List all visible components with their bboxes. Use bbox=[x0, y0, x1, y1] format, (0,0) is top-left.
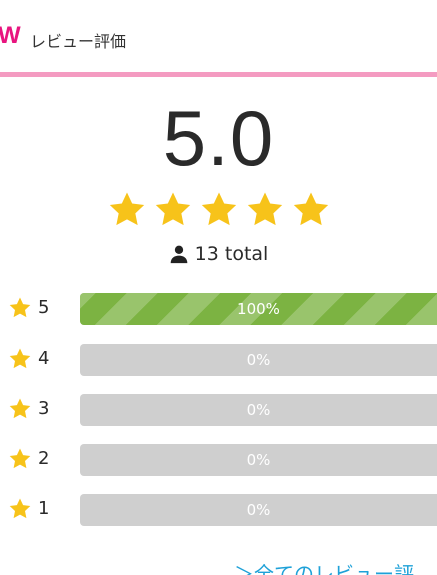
review-total: 13 total bbox=[0, 243, 437, 265]
header-divider bbox=[0, 72, 437, 77]
rating-row-label: 4 bbox=[38, 348, 50, 369]
rating-bar-percent: 0% bbox=[246, 451, 271, 469]
rating-bar-percent: 100% bbox=[237, 300, 280, 318]
rating-row-label: 5 bbox=[38, 297, 50, 318]
star-icon bbox=[155, 192, 190, 226]
star-rating bbox=[0, 190, 437, 230]
rating-bar: 0% bbox=[80, 394, 437, 426]
star-icon bbox=[9, 348, 31, 369]
star-icon bbox=[9, 448, 31, 469]
rating-bar: 0% bbox=[80, 344, 437, 376]
rating-row-5: 5 100% bbox=[0, 290, 437, 326]
rating-row-2: 2 0% bbox=[0, 441, 437, 477]
user-icon bbox=[170, 245, 187, 264]
star-icon bbox=[109, 192, 144, 226]
rating-bar: 0% bbox=[80, 494, 437, 526]
rating-bar-percent: 0% bbox=[246, 501, 271, 519]
rating-bar: 0% bbox=[80, 444, 437, 476]
rating-bar: 100% bbox=[80, 293, 437, 325]
rating-bar-percent: 0% bbox=[246, 401, 271, 419]
rating-row-label: 3 bbox=[38, 398, 50, 419]
star-icon bbox=[247, 192, 282, 226]
star-icon bbox=[9, 498, 31, 519]
star-icon bbox=[293, 192, 328, 226]
rating-row-4: 4 0% bbox=[0, 341, 437, 377]
star-icon bbox=[9, 398, 31, 419]
star-icon bbox=[201, 192, 236, 226]
review-rating-screen: W レビュー評価 5.0 13 total 5 100% 4 0% 3 0% 2… bbox=[0, 0, 437, 575]
rating-bar-percent: 0% bbox=[246, 351, 271, 369]
page-title: レビュー評価 bbox=[30, 32, 127, 51]
star-icon bbox=[9, 297, 31, 318]
rating-row-label: 2 bbox=[38, 448, 50, 469]
rating-row-1: 1 0% bbox=[0, 491, 437, 527]
rating-row-3: 3 0% bbox=[0, 391, 437, 427]
average-score: 5.0 bbox=[162, 94, 275, 182]
rating-row-label: 1 bbox=[38, 498, 50, 519]
all-reviews-link[interactable]: ＞全てのレビュー評 bbox=[234, 558, 414, 575]
brand-mark: W bbox=[0, 22, 21, 49]
review-total-text: 13 total bbox=[194, 243, 269, 265]
header: W レビュー評価 bbox=[0, 0, 437, 72]
